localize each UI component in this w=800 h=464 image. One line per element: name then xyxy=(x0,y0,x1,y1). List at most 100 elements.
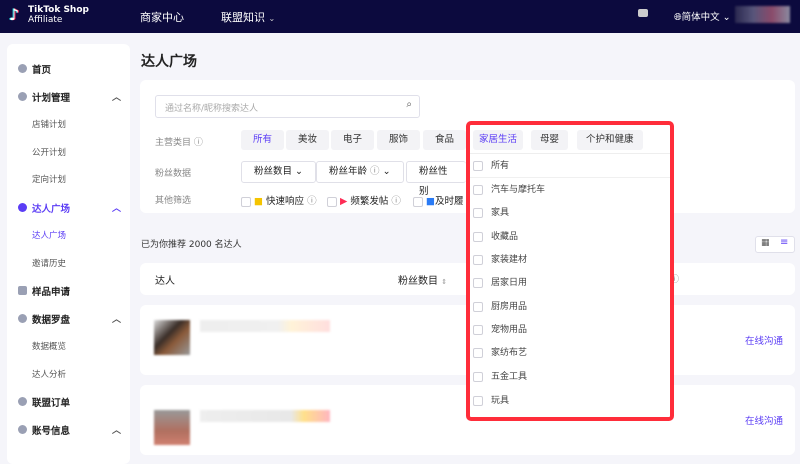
logo[interactable]: TikTok Shop Affiliate xyxy=(28,5,89,25)
checkbox[interactable] xyxy=(473,395,483,406)
sidebar-item-data-overview[interactable]: 数据概览 xyxy=(32,340,155,352)
account-icon xyxy=(18,425,27,434)
dropdown-option[interactable]: 家纺布艺 xyxy=(473,346,527,360)
divider xyxy=(470,177,670,178)
category-chip-apparel[interactable]: 服饰 xyxy=(377,130,421,150)
timely-fulfillment-filter[interactable]: ■及时履 xyxy=(413,193,466,207)
label: 首页 xyxy=(32,65,52,76)
fans-label: 粉丝数据 xyxy=(155,169,192,179)
sidebar-item-invite-history[interactable]: 邀请历史 xyxy=(32,257,155,269)
fans-age-select[interactable]: 粉丝年龄 ⓘ ⌄ xyxy=(316,161,404,183)
select-label: 粉丝数目 xyxy=(254,166,293,177)
dropdown-option[interactable]: 厨房用品 xyxy=(473,300,527,314)
select-label: 粉丝年龄 xyxy=(329,166,368,177)
category-chip-mother-baby[interactable]: 母婴 xyxy=(531,130,569,150)
search-input[interactable]: 通过名称/昵称搜索达人 ⌕ xyxy=(155,95,420,118)
nav-label: 联盟知识 xyxy=(221,11,265,24)
sidebar: 首页 计划管理 ︿ 店铺计划 公开计划 定向计划 达人广场 ︿ 达人广场 邀请历史 … xyxy=(7,44,130,464)
category-chip-personal-care[interactable]: 个护和健康 xyxy=(577,130,643,150)
chevron-down-icon: ⌄ xyxy=(268,14,276,23)
label: 联盟订单 xyxy=(32,398,71,409)
checkbox[interactable] xyxy=(473,184,483,195)
option-label: 家纺布艺 xyxy=(491,348,528,358)
dropdown-option[interactable]: 汽车与摩托车 xyxy=(473,183,545,197)
checkbox[interactable] xyxy=(473,254,483,265)
checkbox[interactable] xyxy=(473,231,483,242)
sidebar-item-creator-analysis[interactable]: 达人分析 xyxy=(32,368,155,380)
sidebar-item-public-plan[interactable]: 公开计划 xyxy=(32,146,155,158)
chat-online-link[interactable]: 在线沟通 xyxy=(745,333,783,347)
label: 快速响应 xyxy=(266,196,305,207)
language-select[interactable]: 🌐︎简体中文 ⌄ xyxy=(674,9,731,23)
clipboard-icon: ■ xyxy=(426,196,436,207)
home-icon xyxy=(18,64,27,73)
sidebar-item-store-plan[interactable]: 店铺计划 xyxy=(32,118,155,130)
dropdown-option[interactable]: 五金工具 xyxy=(473,370,527,384)
checkbox[interactable] xyxy=(241,196,251,207)
checkbox[interactable] xyxy=(473,324,483,335)
chevron-up-icon: ︿ xyxy=(112,315,122,325)
sidebar-item-creator-square-sub[interactable]: 达人广场 xyxy=(32,229,155,241)
dropdown-option[interactable]: 居家日用 xyxy=(473,276,527,290)
creator-avatar xyxy=(154,320,190,355)
checkbox[interactable] xyxy=(473,160,483,171)
logo-line1: TikTok Shop xyxy=(28,5,89,15)
option-label: 五金工具 xyxy=(491,372,528,382)
globe-icon: 🌐︎ xyxy=(674,12,682,23)
logo-line2: Affiliate xyxy=(28,15,63,25)
help-icon: ⓘ xyxy=(391,196,401,207)
chevron-up-icon: ︿ xyxy=(112,93,122,103)
view-toggle: ▦ ≡ xyxy=(755,236,795,253)
option-label: 家具 xyxy=(491,208,510,218)
category-chip-all[interactable]: 所有 xyxy=(241,130,285,150)
checkbox[interactable] xyxy=(473,207,483,218)
fans-gender-select[interactable]: 粉丝性别 xyxy=(406,161,466,197)
option-label: 居家日用 xyxy=(491,278,528,288)
orders-icon xyxy=(18,397,27,406)
checkbox[interactable] xyxy=(473,277,483,288)
label: 样品申请 xyxy=(32,287,71,298)
divider xyxy=(470,153,670,154)
fans-count-select[interactable]: 粉丝数目 ⌄ xyxy=(241,161,317,183)
help-icon: ⓘ xyxy=(193,138,203,148)
column-fans[interactable]: 粉丝数目 ⇕ xyxy=(398,272,447,287)
checkbox[interactable] xyxy=(473,347,483,358)
dropdown-option[interactable]: 所有 xyxy=(473,159,509,173)
checkbox[interactable] xyxy=(413,196,423,207)
option-label: 宠物用品 xyxy=(491,325,528,335)
dropdown-option[interactable]: 家装建材 xyxy=(473,253,527,267)
dropdown-option[interactable]: 家具 xyxy=(473,206,509,220)
frequent-posting-filter[interactable]: ▶ 频繁发帖 ⓘ xyxy=(327,193,401,207)
creator-name xyxy=(200,410,330,422)
sample-icon xyxy=(18,286,27,295)
recommend-count: 已为你推荐 2000 名达人 xyxy=(141,240,242,250)
option-label: 家装建材 xyxy=(491,255,528,265)
column-creator: 达人 xyxy=(155,276,175,287)
checkbox[interactable] xyxy=(327,196,337,207)
nav-affiliate-knowledge[interactable]: 联盟知识 ⌄ xyxy=(221,9,275,25)
dropdown-option[interactable]: 宠物用品 xyxy=(473,323,527,337)
list-view-icon[interactable]: ≡ xyxy=(780,237,788,248)
category-chip-food[interactable]: 食品 xyxy=(423,130,467,150)
category-chip-electronics[interactable]: 电子 xyxy=(331,130,375,150)
category-chip-home-living[interactable]: 家居生活 xyxy=(473,130,524,150)
label: 粉丝数目 xyxy=(398,276,438,287)
creator-avatar xyxy=(154,410,190,445)
checkbox[interactable] xyxy=(473,371,483,382)
nav-merchant-center[interactable]: 商家中心 xyxy=(140,9,184,25)
label: 达人广场 xyxy=(32,204,71,215)
category-chip-beauty[interactable]: 美妆 xyxy=(286,130,330,150)
sidebar-item-targeted-plan[interactable]: 定向计划 xyxy=(32,173,155,185)
search-icon[interactable]: ⌕ xyxy=(406,99,412,110)
grid-view-icon[interactable]: ▦ xyxy=(761,238,770,248)
dropdown-option[interactable]: 玩具 xyxy=(473,394,509,408)
label: 账号信息 xyxy=(32,426,71,437)
chat-online-link[interactable]: 在线沟通 xyxy=(745,413,783,427)
avatar[interactable] xyxy=(735,6,790,23)
quick-response-filter[interactable]: ■ 快速响应 ⓘ xyxy=(241,193,317,207)
message-icon[interactable] xyxy=(638,9,648,17)
dropdown-option[interactable]: 收藏品 xyxy=(473,230,518,244)
checkbox[interactable] xyxy=(473,301,483,312)
help-icon: ⓘ xyxy=(307,196,317,207)
video-icon: ▶ xyxy=(340,196,348,207)
